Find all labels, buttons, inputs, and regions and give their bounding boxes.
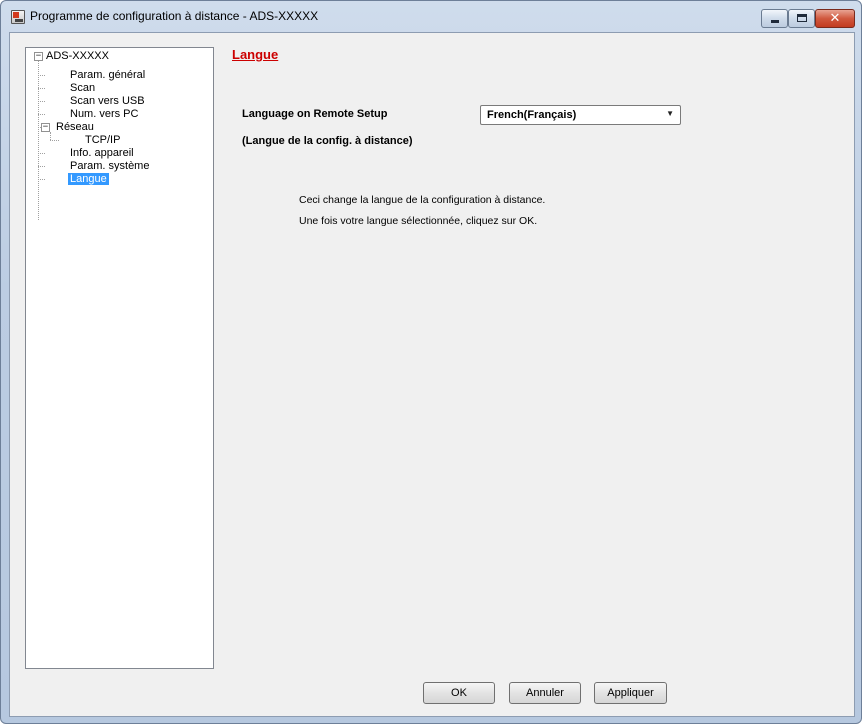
tree-item-label: Param. général [70,69,146,81]
tree-connector [50,140,59,141]
tree-connector [38,166,45,167]
chevron-down-icon[interactable]: ▼ [666,109,674,118]
tree-item-label: Num. vers PC [70,108,139,120]
close-button[interactable]: ✕ [815,9,855,28]
tree-connector [38,75,45,76]
window-title: Programme de configuration à distance - … [30,9,319,23]
collapse-icon[interactable]: − [41,123,50,132]
language-select-value: French(Français) [487,109,577,121]
tree-item-info-appareil[interactable]: Info. appareil [70,147,134,160]
tree-item-label: Scan [70,82,96,94]
close-icon: ✕ [829,11,841,26]
minimize-button[interactable] [761,9,788,28]
settings-tree[interactable]: − ADS-XXXXX Param. général Scan Scan ver… [25,47,214,669]
tree-item-tcpip[interactable]: TCP/IP [85,134,120,147]
ok-button[interactable]: OK [423,682,495,704]
tree-connector [38,88,45,89]
page-title: Langue [232,47,279,62]
apply-button[interactable]: Appliquer [594,682,667,704]
title-bar[interactable]: Programme de configuration à distance - … [1,1,861,31]
tree-item-label: ADS-XXXXX [46,50,109,62]
tree-connector [50,132,51,140]
minimize-icon [771,20,779,23]
collapse-icon[interactable]: − [34,52,43,61]
scanner-app-icon [11,10,25,24]
language-select[interactable]: French(Français) ▼ [480,105,681,125]
info-text-line2: Une fois votre langue sélectionnée, cliq… [299,215,538,227]
tree-item-label: Info. appareil [70,147,134,159]
maximize-button[interactable] [788,9,815,28]
dialog-client-area: − ADS-XXXXX Param. général Scan Scan ver… [9,32,855,717]
tree-connector [38,179,45,180]
language-label-fr: (Langue de la config. à distance) [242,135,413,147]
tree-connector [38,60,39,220]
tree-connector [38,101,45,102]
language-label: Language on Remote Setup [242,108,388,120]
tree-connector [38,153,45,154]
tree-item-langue[interactable]: Langue [68,173,109,186]
maximize-icon [797,14,807,22]
tree-item-param-systeme[interactable]: Param. système [70,160,149,173]
tree-item-num-pc[interactable]: Num. vers PC [70,108,138,121]
tree-item-scan-usb[interactable]: Scan vers USB [70,95,145,108]
tree-connector [38,114,45,115]
tree-item-label: TCP/IP [85,134,121,146]
tree-item-label: Réseau [56,121,94,133]
tree-item-scan[interactable]: Scan [70,82,95,95]
cancel-button[interactable]: Annuler [509,682,581,704]
tree-item-label: Scan vers USB [70,95,145,107]
tree-item-label: Langue [68,173,109,185]
app-window: Programme de configuration à distance - … [0,0,862,724]
info-text-line1: Ceci change la langue de la configuratio… [299,194,546,206]
tree-item-param-general[interactable]: Param. général [70,69,145,82]
tree-item-label: Param. système [70,160,150,172]
